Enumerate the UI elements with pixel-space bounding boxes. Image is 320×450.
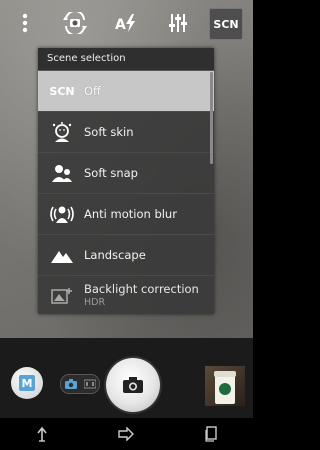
system-nav-bar bbox=[0, 418, 253, 450]
manual-mode-button[interactable]: M bbox=[11, 367, 43, 399]
camera-mode-icon bbox=[64, 379, 77, 389]
gallery-thumbnail[interactable] bbox=[205, 366, 245, 406]
panel-title: Scene selection bbox=[38, 48, 214, 71]
backlight-correction-icon bbox=[46, 276, 78, 314]
home-arrow-icon bbox=[118, 427, 135, 441]
scene-item-landscape[interactable]: Landscape bbox=[38, 235, 214, 276]
camera-bottom-bar: M bbox=[0, 338, 253, 418]
scene-item-backlight-correction[interactable]: Backlight correction HDR bbox=[38, 276, 214, 314]
scene-item-off[interactable]: SCN Off bbox=[38, 71, 214, 112]
photo-video-switch[interactable] bbox=[60, 374, 100, 394]
back-button[interactable] bbox=[22, 418, 62, 450]
scene-item-soft-skin[interactable]: Soft skin bbox=[38, 112, 214, 153]
scene-item-label: Anti motion blur bbox=[84, 207, 177, 221]
settings-sliders-icon[interactable] bbox=[163, 8, 193, 38]
camera-icon bbox=[123, 377, 143, 393]
scene-item-label: Backlight correction bbox=[84, 282, 199, 296]
panel-scrollbar[interactable] bbox=[210, 72, 213, 164]
scene-item-anti-motion-blur[interactable]: Anti motion blur bbox=[38, 194, 214, 235]
soft-snap-icon bbox=[46, 153, 78, 193]
anti-motion-blur-icon bbox=[46, 194, 78, 234]
svg-text:A: A bbox=[115, 17, 126, 33]
recent-apps-button[interactable] bbox=[191, 418, 231, 450]
scene-item-label: Soft skin bbox=[84, 125, 134, 139]
scene-item-label: Landscape bbox=[84, 248, 146, 262]
back-arrow-icon bbox=[37, 426, 47, 442]
recent-apps-icon bbox=[205, 426, 217, 442]
menu-dots-icon[interactable] bbox=[10, 8, 40, 38]
camera-top-bar: A SCN bbox=[0, 0, 253, 46]
scene-selection-panel: Scene selection SCN Off Soft skin Soft s… bbox=[38, 48, 214, 314]
switch-camera-icon[interactable] bbox=[60, 8, 90, 38]
auto-flash-icon[interactable]: A bbox=[112, 8, 142, 38]
scn-icon: SCN bbox=[49, 84, 75, 98]
scene-item-label: Off bbox=[84, 84, 101, 98]
coffee-cup-image bbox=[214, 371, 236, 404]
scene-item-soft-snap[interactable]: Soft snap bbox=[38, 153, 214, 194]
scene-item-sublabel: HDR bbox=[84, 297, 106, 308]
scene-item-label: Soft snap bbox=[84, 166, 138, 180]
shutter-button[interactable] bbox=[106, 358, 160, 412]
landscape-icon bbox=[46, 235, 78, 275]
soft-skin-icon bbox=[46, 112, 78, 152]
video-mode-icon bbox=[83, 379, 96, 389]
manual-mode-label: M bbox=[19, 375, 35, 391]
scene-button[interactable]: SCN bbox=[209, 8, 243, 40]
home-button[interactable] bbox=[106, 418, 146, 450]
